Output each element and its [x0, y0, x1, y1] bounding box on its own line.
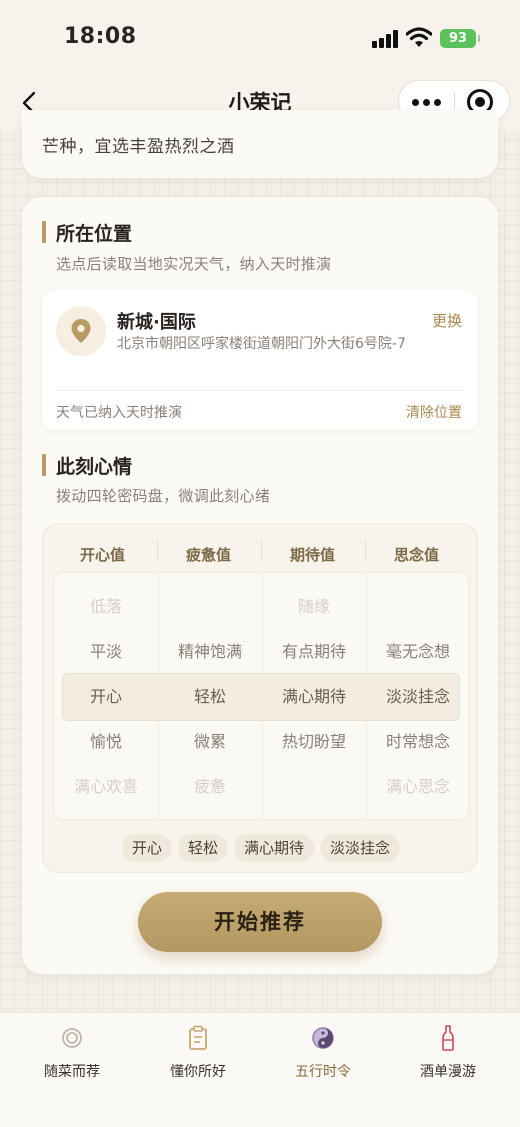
wifi-icon [406, 27, 432, 47]
tab-bar: 随菜而荐 懂你所好 五行时令 酒单漫游 [0, 1012, 520, 1127]
location-section-subtitle: 选点后读取当地实况天气，纳入天时推演 [56, 255, 332, 273]
wheel-option-selected[interactable]: 淡淡挂念 [366, 677, 468, 717]
wheel-option[interactable]: 毫无念想 [366, 632, 468, 672]
wheel-miss[interactable]: 毫无念想 淡淡挂念 时常想念 满心思念 [366, 573, 468, 819]
wheel-option-selected[interactable]: 满心期待 [262, 677, 366, 717]
selected-mood-chips: 开心 轻松 满心期待 淡淡挂念 [43, 834, 479, 862]
tab-five-elements[interactable]: 五行时令 [258, 1023, 388, 1083]
location-address: 北京市朝阳区呼家楼街道朝阳门外大街6号院-7 [117, 336, 406, 352]
wheel-option[interactable]: 随缘 [262, 587, 366, 627]
mood-picker: 开心值 疲惫值 期待值 思念值 低落 平淡 开心 愉悦 满心欢喜 精神饱满 轻松 [42, 523, 478, 873]
wheel-option-selected[interactable]: 轻松 [158, 677, 262, 717]
tab-label: 酒单漫游 [420, 1064, 476, 1080]
change-location-button[interactable]: 更换 [432, 310, 462, 331]
solar-term-tip: 芒种，宜选丰盈热烈之酒 [42, 137, 235, 157]
picker-header-happy: 开心值 [79, 546, 125, 564]
picker-wheels: 低落 平淡 开心 愉悦 满心欢喜 精神饱满 轻松 微累 疲惫 随缘 有点期待 满… [53, 572, 469, 820]
location-section-title: 所在位置 [42, 219, 132, 246]
wheel-option[interactable]: 愉悦 [54, 722, 158, 762]
picker-header-expect: 期待值 [289, 546, 335, 564]
status-time: 18:08 [64, 24, 137, 49]
ring-icon [62, 1028, 82, 1048]
wheel-option[interactable]: 有点期待 [262, 632, 366, 672]
wheel-option[interactable]: 时常想念 [366, 722, 468, 762]
wheel-option[interactable]: 精神饱满 [158, 632, 262, 672]
wheel-option[interactable]: 微累 [158, 722, 262, 762]
location-pin-icon [56, 306, 106, 356]
picker-header-miss: 思念值 [393, 546, 439, 564]
tab-label: 懂你所好 [170, 1064, 226, 1080]
mood-section-title: 此刻心情 [42, 452, 132, 479]
recommend-form-card: 所在位置 选点后读取当地实况天气，纳入天时推演 新城·国际 北京市朝阳区呼家楼街… [22, 197, 498, 974]
wheel-option-selected[interactable]: 开心 [54, 677, 158, 717]
mood-chip: 开心 [121, 834, 172, 862]
tab-preferences[interactable]: 懂你所好 [133, 1023, 263, 1083]
wheel-option[interactable] [366, 587, 468, 627]
location-card[interactable]: 新城·国际 北京市朝阳区呼家楼街道朝阳门外大街6号院-7 更换 天气已纳入天时推… [42, 290, 478, 430]
wheel-option[interactable] [158, 587, 262, 627]
wheel-expect[interactable]: 随缘 有点期待 满心期待 热切盼望 [262, 573, 366, 819]
location-divider [56, 390, 464, 391]
wheel-option[interactable]: 疲惫 [158, 767, 262, 807]
mood-chip: 轻松 [177, 834, 228, 862]
tab-label: 五行时令 [295, 1064, 351, 1080]
clear-location-button[interactable]: 清除位置 [406, 402, 462, 422]
wheel-option[interactable]: 热切盼望 [262, 722, 366, 762]
mood-chip: 满心期待 [234, 834, 315, 862]
tab-wine-list[interactable]: 酒单漫游 [383, 1023, 513, 1083]
tab-dish-pairing[interactable]: 随菜而荐 [7, 1023, 137, 1083]
solar-term-card: 芒种，宜选丰盈热烈之酒 [22, 110, 498, 178]
wheel-option[interactable]: 满心欢喜 [54, 767, 158, 807]
picker-header-tired: 疲惫值 [185, 546, 231, 564]
wheel-option[interactable]: 平淡 [54, 632, 158, 672]
status-bar: 18:08 93 [0, 0, 520, 76]
wheel-option[interactable]: 低落 [54, 587, 158, 627]
wheel-tired[interactable]: 精神饱满 轻松 微累 疲惫 [158, 573, 262, 819]
clipboard-icon [189, 1025, 207, 1050]
wheel-option[interactable] [262, 767, 366, 807]
yin-yang-icon [312, 1027, 334, 1049]
picker-header: 开心值 疲惫值 期待值 思念值 [43, 524, 479, 572]
wheel-happy[interactable]: 低落 平淡 开心 愉悦 满心欢喜 [54, 573, 158, 819]
tab-label: 随菜而荐 [44, 1064, 100, 1080]
weather-note: 天气已纳入天时推演 [56, 405, 182, 421]
location-name: 新城·国际 [117, 312, 196, 333]
wine-bottle-icon [442, 1025, 454, 1051]
cellular-signal-icon [372, 30, 400, 48]
wheel-option[interactable]: 满心思念 [366, 767, 468, 807]
start-recommend-button[interactable]: 开始推荐 [138, 892, 382, 952]
mood-chip: 淡淡挂念 [320, 834, 401, 862]
battery-icon: 93 [440, 29, 480, 48]
mood-section-subtitle: 拨动四轮密码盘，微调此刻心绪 [56, 487, 271, 505]
